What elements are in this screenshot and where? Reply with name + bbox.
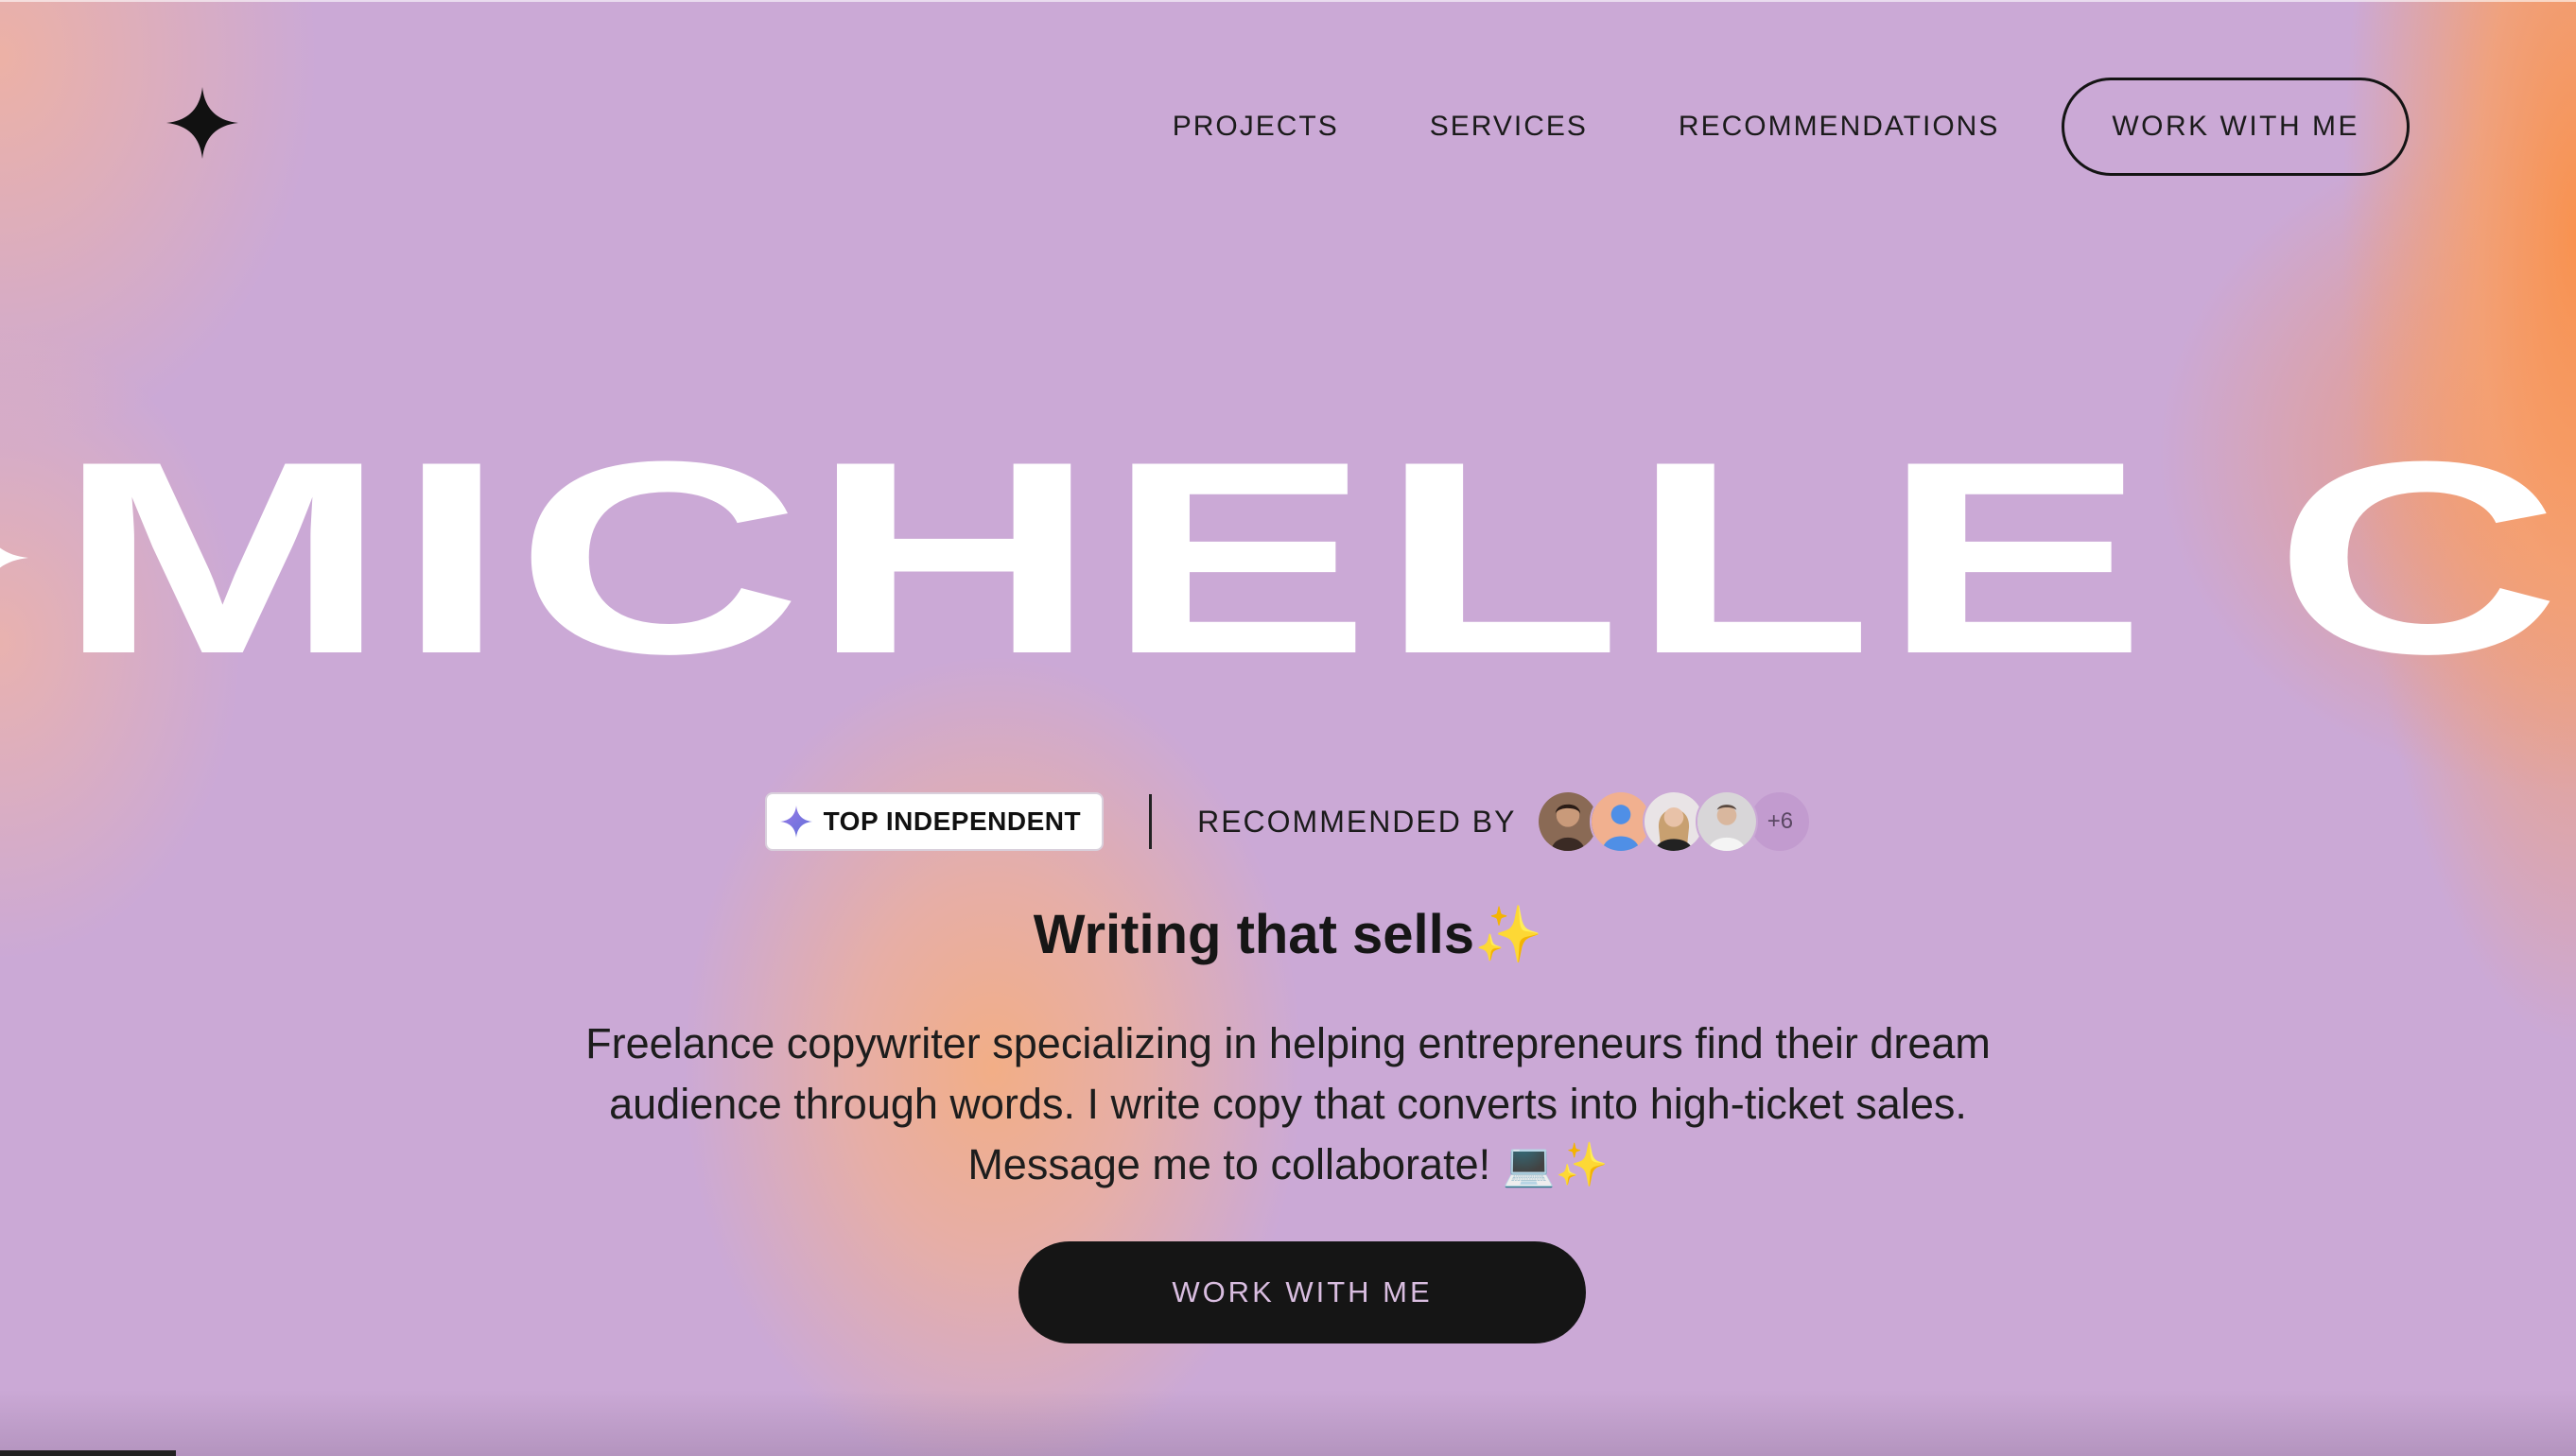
logo-star-icon[interactable]	[166, 87, 238, 159]
marquee-name-text: MICHELLE C	[57, 444, 2569, 671]
header-work-with-me-button[interactable]: WORK WITH ME	[2062, 78, 2410, 176]
background-gradient	[0, 0, 2576, 1456]
recommender-avatars[interactable]: +6	[1537, 790, 1812, 853]
avatar[interactable]	[1696, 790, 1759, 853]
nav-recommendations[interactable]: RECOMMENDATIONS	[1679, 111, 1999, 143]
top-independent-badge[interactable]: TOP INDEPENDENT	[764, 792, 1105, 851]
recommended-by-label: RECOMMENDED BY	[1197, 804, 1517, 839]
hero-headline: Writing that sells✨	[1033, 904, 1543, 965]
sparkle-icon	[779, 806, 812, 838]
more-avatars-count[interactable]: +6	[1749, 790, 1812, 853]
marquee-sparkle-icon	[0, 547, 28, 568]
bottom-shadow	[0, 1390, 2576, 1456]
main-nav: PROJECTS SERVICES RECOMMENDATIONS WORK W…	[1082, 76, 2410, 178]
hero-work-with-me-button[interactable]: WORK WITH ME	[1018, 1241, 1586, 1343]
corner-mark	[0, 1450, 176, 1456]
badge-divider	[1149, 794, 1153, 849]
nav-projects[interactable]: PROJECTS	[1173, 111, 1339, 143]
name-marquee: MICHELLE C	[0, 444, 2576, 671]
badge-row: TOP INDEPENDENT RECOMMENDED BY +6	[0, 790, 2576, 853]
badge-label: TOP INDEPENDENT	[823, 806, 1082, 836]
top-edge	[0, 0, 2576, 2]
nav-services[interactable]: SERVICES	[1430, 111, 1588, 143]
hero-description: Freelance copywriter specializing in hel…	[585, 1019, 1991, 1188]
